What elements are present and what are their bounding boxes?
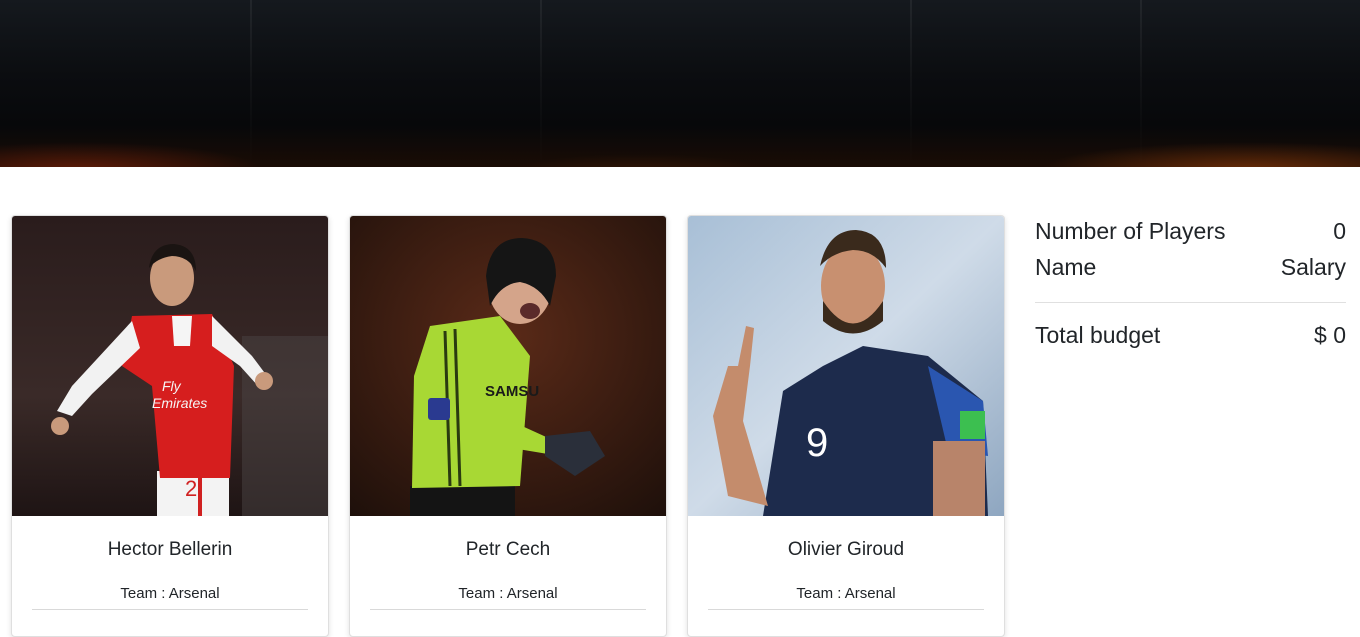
total-budget-value: $ 0 xyxy=(1314,322,1346,348)
summary-divider xyxy=(1035,302,1346,303)
player-count-value: 0 xyxy=(1333,218,1346,244)
player-card[interactable]: SAMSU Petr Cech Team : Arsenal xyxy=(349,215,667,637)
player-name: Hector Bellerin xyxy=(107,539,233,560)
player-photo: Fly Emirates 2 xyxy=(12,216,328,516)
total-budget-label: Total budget xyxy=(1035,322,1161,348)
player-photo: SAMSU xyxy=(350,216,666,516)
salary-column-header: Salary xyxy=(1280,254,1346,280)
card-divider xyxy=(708,609,984,610)
svg-text:SAMSU: SAMSU xyxy=(485,383,539,400)
card-divider xyxy=(32,609,308,610)
name-column-header: Name xyxy=(1035,254,1097,280)
hero-banner xyxy=(0,0,1360,167)
total-budget-row: Total budget $ 0 xyxy=(1035,319,1346,351)
player-team: Team : Arsenal xyxy=(458,585,558,602)
svg-text:2: 2 xyxy=(185,476,197,501)
budget-summary: Number of Players 0 Name Salary Total bu… xyxy=(1035,215,1346,351)
card-divider xyxy=(370,609,646,610)
player-team: Team : Arsenal xyxy=(120,585,220,602)
svg-text:Fly: Fly xyxy=(162,378,182,394)
player-count-row: Number of Players 0 xyxy=(1035,215,1346,251)
svg-text:9: 9 xyxy=(806,421,828,465)
player-name: Olivier Giroud xyxy=(787,539,905,560)
player-team: Team : Arsenal xyxy=(796,585,896,602)
player-name: Petr Cech xyxy=(465,539,551,560)
player-count-label: Number of Players xyxy=(1035,218,1226,244)
player-card[interactable]: Fly Emirates 2 Hector Bellerin Team : Ar… xyxy=(11,215,329,637)
player-photo: 9 xyxy=(688,216,1004,516)
svg-text:Emirates: Emirates xyxy=(152,395,207,411)
selected-list-header: Name Salary xyxy=(1035,251,1346,287)
player-card[interactable]: 9 Olivier Giroud Team : Arsenal xyxy=(687,215,1005,637)
